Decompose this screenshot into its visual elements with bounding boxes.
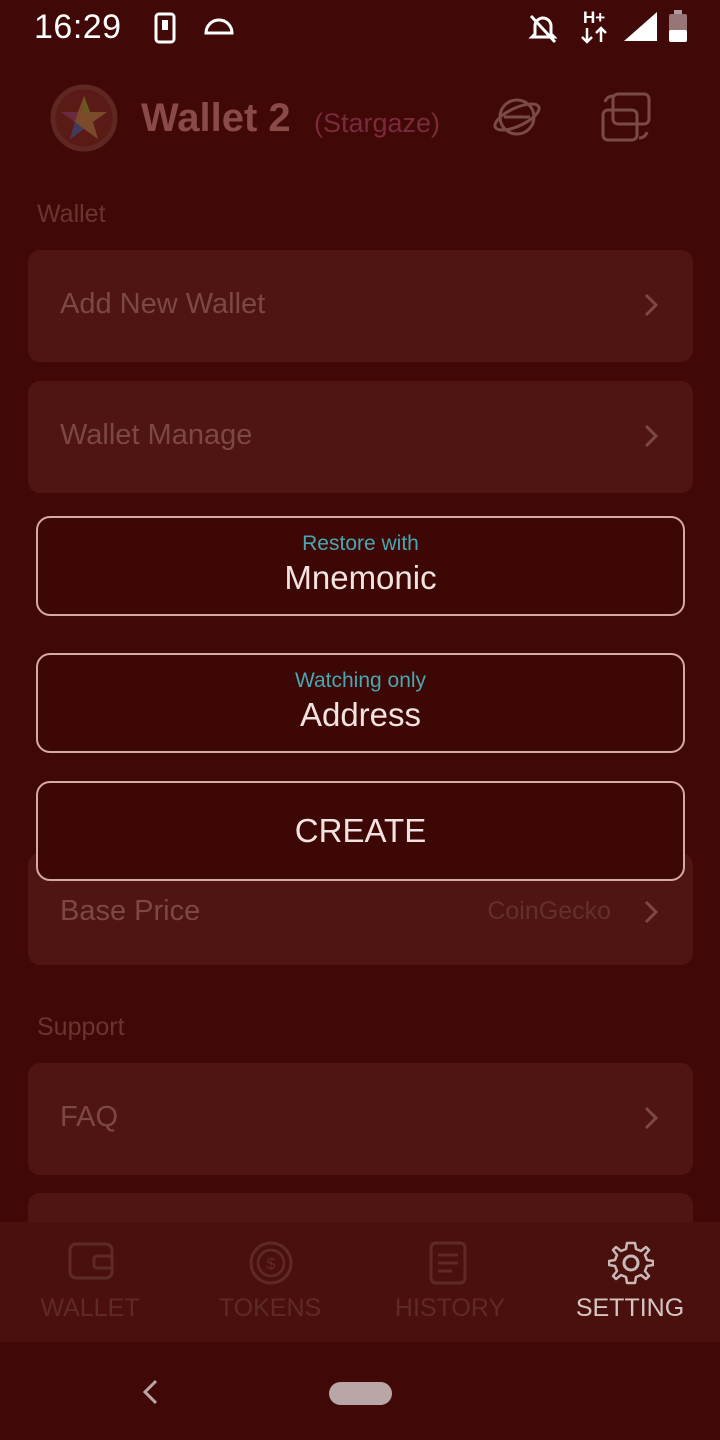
chevron-right-icon bbox=[644, 900, 659, 924]
system-nav-bar bbox=[0, 1342, 720, 1440]
signal-icon bbox=[624, 12, 657, 41]
add-new-wallet-row[interactable]: Add New Wallet bbox=[28, 250, 693, 362]
silent-mode-icon bbox=[528, 14, 558, 44]
nav-tokens[interactable]: $ TOKENS bbox=[180, 1222, 360, 1342]
nav-label: HISTORY bbox=[394, 1294, 506, 1322]
nav-label: WALLET bbox=[40, 1294, 140, 1322]
nav-label: TOKENS bbox=[218, 1294, 322, 1322]
row-label: Wallet Manage bbox=[60, 419, 253, 451]
back-icon[interactable] bbox=[138, 1378, 162, 1406]
stargaze-logo-icon bbox=[50, 84, 118, 152]
bottom-nav: WALLET $ TOKENS HISTORY SETTING bbox=[0, 1222, 720, 1342]
status-bar: 16:29 H+ bbox=[0, 0, 720, 56]
explorer-icon[interactable] bbox=[492, 92, 542, 142]
network-type-label: H+ bbox=[583, 8, 606, 27]
row-label: Base Price bbox=[60, 895, 201, 927]
data-arrows-icon bbox=[581, 26, 607, 44]
tokens-icon: $ bbox=[249, 1241, 293, 1285]
nav-setting[interactable]: SETTING bbox=[540, 1222, 720, 1342]
phone-notification-icon bbox=[154, 12, 176, 44]
chain-name: (Stargaze) bbox=[314, 108, 441, 138]
button-label: CREATE bbox=[294, 812, 427, 849]
faq-row[interactable]: FAQ bbox=[28, 1063, 693, 1175]
base-price-value: CoinGecko bbox=[487, 897, 611, 925]
section-label-wallet: Wallet bbox=[37, 200, 106, 228]
arc-status-icon bbox=[204, 18, 234, 35]
gear-icon bbox=[608, 1241, 654, 1285]
row-label: FAQ bbox=[60, 1101, 119, 1133]
button-sublabel: Watching only bbox=[294, 669, 427, 692]
wallet-manage-row[interactable]: Wallet Manage bbox=[28, 381, 693, 493]
button-sublabel: Restore with bbox=[302, 532, 419, 555]
section-label-support: Support bbox=[37, 1013, 125, 1041]
clock: 16:29 bbox=[34, 8, 122, 46]
chevron-right-icon bbox=[644, 1106, 659, 1130]
nav-wallet[interactable]: WALLET bbox=[0, 1222, 180, 1342]
svg-text:$: $ bbox=[267, 1256, 276, 1273]
chevron-right-icon bbox=[644, 293, 659, 317]
history-icon bbox=[429, 1241, 467, 1285]
watch-address-button[interactable]: Watching only Address bbox=[36, 653, 685, 753]
wallet-icon bbox=[68, 1242, 114, 1280]
home-pill[interactable] bbox=[329, 1382, 392, 1405]
wallet-name: Wallet 2 bbox=[141, 96, 291, 140]
nav-history[interactable]: HISTORY bbox=[360, 1222, 540, 1342]
wallet-header: Wallet 2 (Stargaze) bbox=[0, 70, 720, 170]
switch-wallet-icon[interactable] bbox=[599, 90, 653, 144]
button-label: Address bbox=[299, 696, 422, 733]
button-label: Mnemonic bbox=[284, 559, 437, 596]
nav-label: SETTING bbox=[575, 1294, 685, 1322]
create-wallet-button[interactable]: CREATE bbox=[36, 781, 685, 881]
row-label: Add New Wallet bbox=[60, 288, 266, 320]
chevron-right-icon bbox=[644, 424, 659, 448]
battery-icon bbox=[669, 10, 687, 42]
restore-mnemonic-button[interactable]: Restore with Mnemonic bbox=[36, 516, 685, 616]
